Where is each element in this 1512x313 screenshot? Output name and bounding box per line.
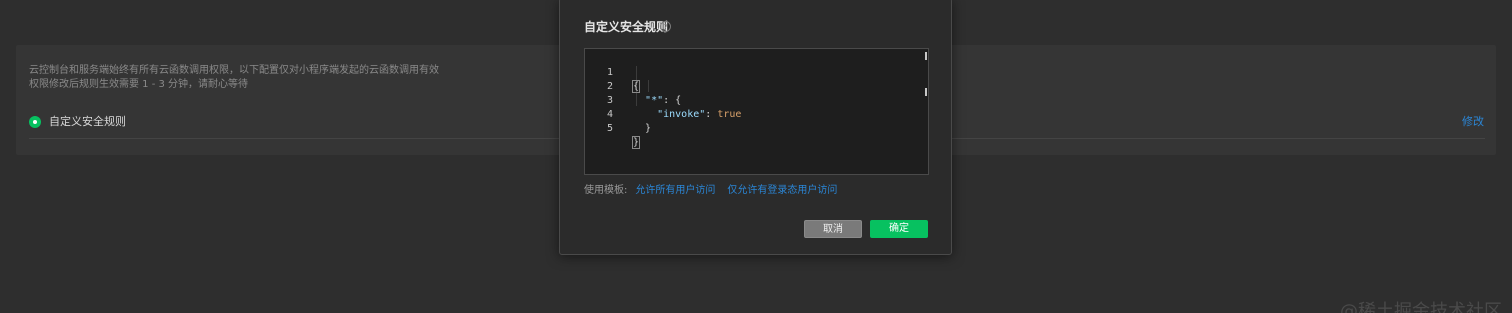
code-punctuation: { xyxy=(631,80,641,93)
code-punctuation: } xyxy=(633,123,652,134)
watermark: @稀土掘金技术社区 xyxy=(1340,301,1502,313)
code-line: 3 "invoke": true xyxy=(585,80,741,120)
template-login-only-link[interactable]: 仅允许有登录态用户访问 xyxy=(727,185,837,196)
permission-description: 云控制台和服务端始终有所有云函数调用权限，以下配置仅对小程序端发起的云函数调用有… xyxy=(29,64,439,92)
code-key: "*" xyxy=(645,95,664,106)
edit-link[interactable]: 修改 xyxy=(1462,115,1484,129)
code-punctuation: } xyxy=(631,136,641,149)
confirm-button[interactable]: 确定 xyxy=(870,220,928,238)
indent-guide xyxy=(648,80,649,92)
cancel-button[interactable]: 取消 xyxy=(804,220,862,238)
template-label: 使用模板: xyxy=(584,185,628,196)
code-key: "invoke" xyxy=(657,109,706,120)
code-editor[interactable]: 1 { 2 "*": { 3 "invoke": true 4 } 5 } xyxy=(584,48,929,175)
question-circle-icon[interactable]: ? xyxy=(660,21,671,32)
line-number: 5 xyxy=(606,123,613,134)
code-line: 4 } xyxy=(585,94,651,134)
template-row: 使用模板: 允许所有用户访问 仅允许有登录态用户访问 xyxy=(584,184,837,198)
dialog-title: 自定义安全规则 xyxy=(584,20,669,34)
scrollbar-marker[interactable] xyxy=(925,52,927,60)
page: 云控制台和服务端始终有所有云函数调用权限，以下配置仅对小程序端发起的云函数调用有… xyxy=(0,0,1512,313)
custom-rule-dialog: 自定义安全规则 ? 1 { 2 "*": { 3 "invoke": true … xyxy=(559,0,952,255)
custom-rule-radio[interactable] xyxy=(29,116,41,128)
code-value: true xyxy=(717,109,742,120)
custom-rule-label: 自定义安全规则 xyxy=(49,115,126,128)
code-line: 2 "*": { xyxy=(585,66,681,106)
code-line: 1 { xyxy=(585,52,641,93)
description-line: 权限修改后规则生效需要 1 - 3 分钟，请耐心等待 xyxy=(29,79,249,90)
code-punctuation: : { xyxy=(663,95,682,106)
description-line: 云控制台和服务端始终有所有云函数调用权限，以下配置仅对小程序端发起的云函数调用有… xyxy=(29,65,439,76)
code-line: 5 } xyxy=(585,108,641,149)
code-punctuation: : xyxy=(705,109,718,120)
template-allow-all-link[interactable]: 允许所有用户访问 xyxy=(635,185,715,196)
scrollbar-marker[interactable] xyxy=(925,88,927,96)
